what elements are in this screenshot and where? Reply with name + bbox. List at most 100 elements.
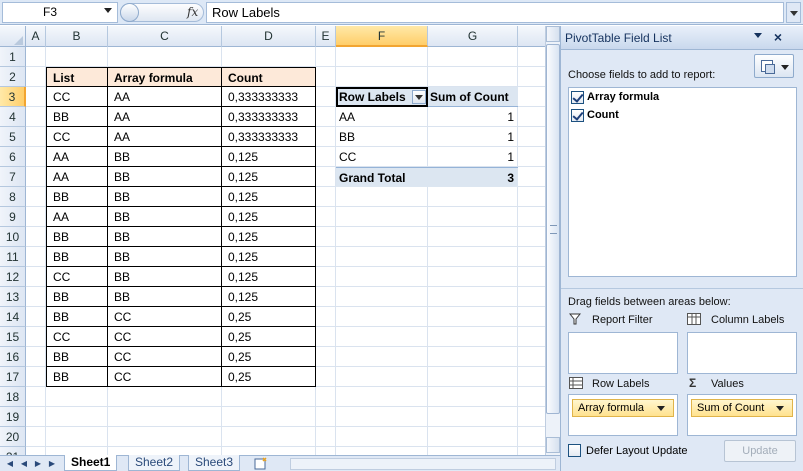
table-cell[interactable]: 0,333333333 (222, 127, 316, 147)
column-header-f[interactable]: F (336, 26, 428, 47)
row-header-7[interactable]: 7 (0, 167, 26, 187)
table-cell[interactable]: BB (46, 247, 108, 267)
pivot-row-label[interactable]: AA (336, 107, 428, 127)
table-cell[interactable]: 0,125 (222, 287, 316, 307)
report-filter-area[interactable] (568, 332, 678, 374)
table-cell[interactable]: CC (46, 327, 108, 347)
values-area[interactable]: Sum of Count (687, 394, 797, 436)
resize-knob-icon[interactable] (120, 3, 139, 22)
table-cell[interactable]: BB (108, 187, 222, 207)
table-header-cell[interactable]: Array formula (108, 67, 222, 87)
pivot-grand-total-value[interactable]: 3 (428, 167, 518, 187)
row-header-8[interactable]: 8 (0, 187, 26, 207)
values-field-chip[interactable]: Sum of Count (691, 399, 793, 417)
table-cell[interactable]: AA (46, 207, 108, 227)
table-cell[interactable]: 0,125 (222, 247, 316, 267)
table-cell[interactable]: CC (108, 307, 222, 327)
table-cell[interactable]: 0,125 (222, 187, 316, 207)
table-cell[interactable]: 0,125 (222, 147, 316, 167)
row-header-13[interactable]: 13 (0, 287, 26, 307)
table-cell[interactable]: BB (46, 307, 108, 327)
row-header-4[interactable]: 4 (0, 107, 26, 127)
table-cell[interactable]: BB (108, 147, 222, 167)
row-header-11[interactable]: 11 (0, 247, 26, 267)
table-cell[interactable]: BB (108, 267, 222, 287)
update-button[interactable]: Update (724, 440, 796, 462)
table-cell[interactable]: BB (46, 347, 108, 367)
table-cell[interactable]: BB (108, 207, 222, 227)
table-cell[interactable]: BB (46, 287, 108, 307)
checkbox-unchecked-icon[interactable] (568, 444, 581, 457)
table-cell[interactable]: 0,125 (222, 267, 316, 287)
cells-area[interactable]: List Array formula Count CC AA 0,333333333 BB A… (26, 47, 545, 455)
pivot-sum-header[interactable]: Sum of Count (428, 87, 518, 107)
table-cell[interactable]: 0,25 (222, 307, 316, 327)
table-cell[interactable]: BB (46, 107, 108, 127)
table-cell[interactable]: 0,25 (222, 327, 316, 347)
pivot-row-value[interactable]: 1 (428, 107, 518, 127)
row-header-2[interactable]: 2 (0, 67, 26, 87)
pivot-row-label[interactable]: CC (336, 147, 428, 167)
table-cell[interactable]: CC (108, 367, 222, 387)
row-header-9[interactable]: 9 (0, 207, 26, 227)
scroll-down-button[interactable] (546, 437, 560, 453)
table-header-cell[interactable]: List (46, 67, 108, 87)
insert-function-button[interactable]: fx (187, 5, 198, 19)
column-labels-area[interactable] (687, 332, 797, 374)
column-header-c[interactable]: C (108, 26, 222, 47)
tab-sheet2[interactable]: Sheet2 (128, 455, 181, 471)
table-cell[interactable]: BB (108, 227, 222, 247)
table-cell[interactable]: BB (46, 367, 108, 387)
vertical-scrollbar[interactable] (545, 26, 560, 455)
table-cell[interactable]: 0,25 (222, 347, 316, 367)
row-header-17[interactable]: 17 (0, 367, 26, 387)
insert-sheet-icon[interactable] (254, 457, 268, 470)
scroll-thumb[interactable] (546, 44, 560, 414)
first-sheet-icon[interactable]: ◀ (4, 457, 16, 470)
table-cell[interactable]: BB (108, 287, 222, 307)
pivot-row-value[interactable]: 1 (428, 147, 518, 167)
select-all-corner[interactable] (0, 26, 26, 47)
table-cell[interactable]: CC (46, 87, 108, 107)
table-cell[interactable]: AA (46, 147, 108, 167)
name-box[interactable]: F3 (2, 2, 118, 23)
horizontal-scrollbar[interactable] (290, 458, 556, 470)
panel-splitter[interactable] (561, 288, 803, 293)
panel-menu-icon[interactable] (754, 33, 762, 38)
field-list-layout-button[interactable] (754, 54, 794, 78)
pivot-row-value[interactable]: 1 (428, 127, 518, 147)
row-header-19[interactable]: 19 (0, 407, 26, 427)
row-header-14[interactable]: 14 (0, 307, 26, 327)
table-cell[interactable]: 0,333333333 (222, 107, 316, 127)
table-cell[interactable]: 0,125 (222, 227, 316, 247)
table-cell[interactable]: CC (46, 127, 108, 147)
column-header-e[interactable]: E (316, 26, 336, 47)
scroll-up-button[interactable] (546, 26, 560, 42)
last-sheet-icon[interactable]: ▶ (46, 457, 58, 470)
filter-dropdown-icon[interactable] (412, 90, 426, 104)
row-header-6[interactable]: 6 (0, 147, 26, 167)
table-cell[interactable]: CC (108, 327, 222, 347)
row-header-12[interactable]: 12 (0, 267, 26, 287)
row-header-3[interactable]: 3 (0, 87, 26, 107)
table-cell[interactable]: AA (46, 167, 108, 187)
table-cell[interactable]: 0,125 (222, 167, 316, 187)
column-header-a[interactable]: A (26, 26, 46, 47)
table-cell[interactable]: AA (108, 87, 222, 107)
table-cell[interactable]: 0,333333333 (222, 87, 316, 107)
table-cell[interactable]: CC (46, 267, 108, 287)
table-cell[interactable]: AA (108, 107, 222, 127)
checkbox-checked-icon[interactable] (571, 91, 584, 104)
pivot-grand-total-label[interactable]: Grand Total (336, 167, 428, 187)
table-cell[interactable]: BB (108, 247, 222, 267)
table-cell[interactable]: BB (108, 167, 222, 187)
row-header-15[interactable]: 15 (0, 327, 26, 347)
row-labels-area[interactable]: Array formula (568, 394, 678, 436)
table-cell[interactable]: BB (46, 187, 108, 207)
close-icon[interactable]: × (771, 29, 785, 45)
worksheet-grid[interactable]: ABCDEFG 12345678910111213141516171819202… (0, 26, 545, 455)
row-field-chip[interactable]: Array formula (572, 399, 674, 417)
row-header-18[interactable]: 18 (0, 387, 26, 407)
row-header-5[interactable]: 5 (0, 127, 26, 147)
expand-formula-bar-button[interactable] (786, 2, 801, 23)
